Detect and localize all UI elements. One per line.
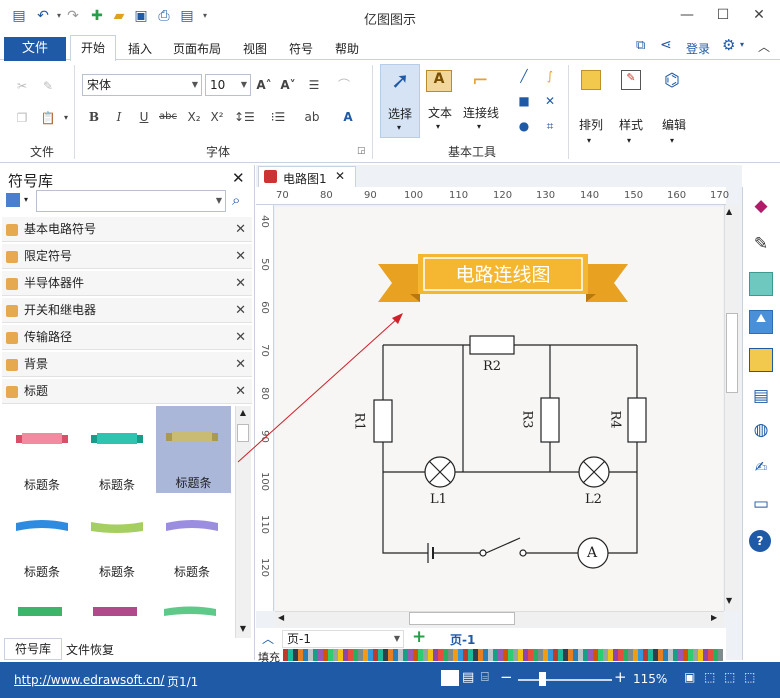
label-l2: L2 bbox=[585, 492, 602, 507]
chevron-down-icon: ▼ bbox=[393, 634, 400, 643]
scroll-right-icon[interactable]: ▶ bbox=[711, 613, 717, 622]
lamp-l1[interactable] bbox=[424, 456, 456, 488]
label-r1: R1 bbox=[351, 412, 367, 431]
resistor-r4[interactable] bbox=[627, 397, 647, 443]
resistor-r2[interactable] bbox=[469, 335, 515, 355]
line-style-icon[interactable]: ✎ bbox=[749, 234, 773, 258]
page-select-value: 页-1 bbox=[287, 632, 311, 646]
vertical-scrollbar[interactable] bbox=[724, 205, 740, 611]
page-properties-icon[interactable]: ▤ bbox=[749, 386, 773, 410]
vertical-scroll-thumb[interactable] bbox=[726, 313, 738, 393]
horizontal-scroll-thumb[interactable] bbox=[409, 612, 515, 625]
page-tab[interactable]: 页-1 bbox=[450, 631, 475, 648]
battery-symbol[interactable] bbox=[427, 543, 434, 563]
zoom-slider-handle[interactable] bbox=[539, 672, 546, 686]
color-swatch[interactable] bbox=[718, 649, 723, 661]
ammeter-label: A bbox=[587, 545, 598, 561]
fit-page-icon[interactable]: ▣ bbox=[684, 670, 695, 684]
fit-all-icon[interactable]: ⬚ bbox=[724, 670, 735, 684]
fill-bucket-icon[interactable]: ◆ bbox=[749, 196, 773, 220]
label-l1: L1 bbox=[430, 492, 447, 507]
label-r3: R3 bbox=[519, 410, 535, 429]
resistor-r3[interactable] bbox=[540, 397, 560, 443]
zoom-in-icon[interactable]: + bbox=[614, 668, 627, 686]
globe-icon[interactable]: ◍ bbox=[749, 420, 773, 444]
zoom-out-icon[interactable]: − bbox=[500, 668, 513, 686]
add-page-icon[interactable]: + bbox=[412, 627, 426, 647]
circuit-diagram bbox=[237, 254, 647, 569]
help-icon[interactable]: ? bbox=[749, 530, 771, 552]
zoom-slider[interactable] bbox=[518, 679, 612, 681]
normal-view-icon[interactable] bbox=[441, 670, 459, 686]
fit-width-icon[interactable]: ⬚ bbox=[704, 670, 715, 684]
page-view-icon[interactable]: ▤ bbox=[462, 670, 474, 685]
scroll-left-icon[interactable]: ◀ bbox=[278, 613, 284, 622]
comment-icon[interactable]: ▭ bbox=[749, 494, 773, 518]
shadow-style-icon[interactable] bbox=[749, 272, 773, 296]
scroll-down-icon[interactable]: ▼ bbox=[726, 596, 732, 605]
resistor-r1[interactable] bbox=[373, 399, 393, 443]
zoom-level: 115% bbox=[633, 672, 668, 686]
layers-icon[interactable] bbox=[749, 348, 773, 372]
document-edit-icon[interactable]: ✍ bbox=[749, 458, 773, 482]
lamp-l2[interactable] bbox=[578, 456, 610, 488]
presentation-icon[interactable]: ⌸ bbox=[481, 670, 489, 685]
scroll-up-icon[interactable]: ▲ bbox=[726, 207, 732, 216]
page-indicator: 页1/1 bbox=[167, 675, 199, 689]
full-screen-icon[interactable]: ⬚ bbox=[744, 670, 755, 684]
image-icon[interactable]: ⛰ bbox=[749, 310, 773, 334]
chevron-up-icon[interactable]: ︿ bbox=[262, 630, 274, 647]
label-r4: R4 bbox=[607, 410, 623, 429]
website-link[interactable]: http://www.edrawsoft.cn/ bbox=[14, 673, 164, 687]
label-r2: R2 bbox=[483, 359, 502, 374]
page-select[interactable]: 页-1 ▼ bbox=[282, 630, 404, 648]
banner-title-text: 电路连线图 bbox=[455, 264, 551, 286]
color-swatches[interactable] bbox=[283, 649, 723, 661]
circuit-wires bbox=[382, 344, 638, 554]
